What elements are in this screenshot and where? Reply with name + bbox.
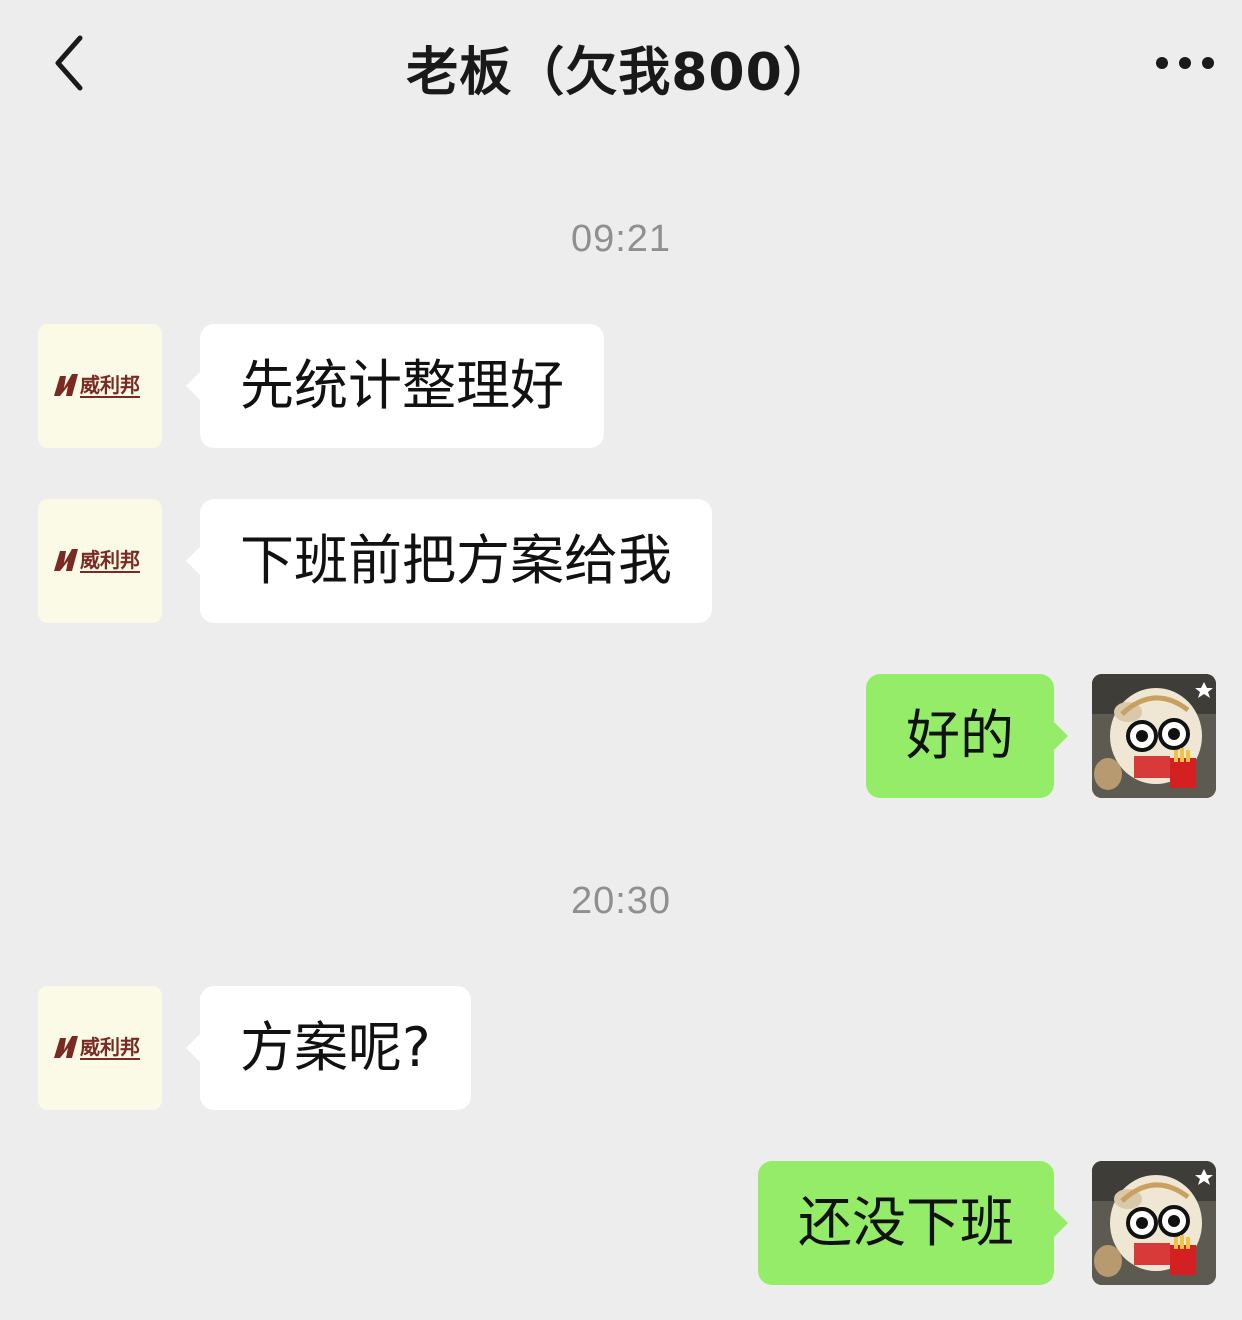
message-bubble-incoming[interactable]: 先统计整理好 <box>186 324 604 448</box>
logo-text: 威利邦 <box>80 548 140 572</box>
user-avatar[interactable] <box>1092 674 1216 798</box>
plush-toy-avatar-icon <box>1092 674 1216 798</box>
message-row-incoming: 威利邦 方案呢? <box>0 986 1242 1112</box>
message-bubble-outgoing[interactable]: 还没下班 <box>758 1161 1068 1285</box>
message-row-incoming: 威利邦 下班前把方案给我 <box>0 499 1242 625</box>
company-logo-icon: 威利邦 <box>38 499 162 623</box>
company-logo-icon: 威利邦 <box>38 986 162 1110</box>
contact-avatar[interactable]: 威利邦 <box>38 986 162 1110</box>
contact-avatar[interactable]: 威利邦 <box>38 324 162 448</box>
message-timestamp: 20:30 <box>570 880 672 922</box>
message-bubble-incoming[interactable]: 方案呢? <box>186 986 471 1110</box>
more-dots-icon <box>1156 57 1214 69</box>
message-row-outgoing: 还没下班 <box>0 1161 1242 1287</box>
message-bubble-outgoing[interactable]: 好的 <box>866 674 1068 798</box>
user-avatar[interactable] <box>1092 1161 1216 1285</box>
message-row-outgoing: 好的 <box>0 674 1242 800</box>
company-logo-icon: 威利邦 <box>38 324 162 448</box>
contact-avatar[interactable]: 威利邦 <box>38 499 162 623</box>
logo-text: 威利邦 <box>80 373 140 397</box>
chat-header: 老板（欠我800） <box>0 0 1242 126</box>
logo-text: 威利邦 <box>80 1035 140 1059</box>
message-row-incoming: 威利邦 先统计整理好 <box>0 324 1242 450</box>
message-timestamp: 09:21 <box>570 218 672 260</box>
plush-toy-avatar-icon <box>1092 1161 1216 1285</box>
chat-title: 老板（欠我800） <box>406 43 836 103</box>
message-bubble-incoming[interactable]: 下班前把方案给我 <box>186 499 712 623</box>
more-options-button[interactable] <box>1150 40 1220 86</box>
